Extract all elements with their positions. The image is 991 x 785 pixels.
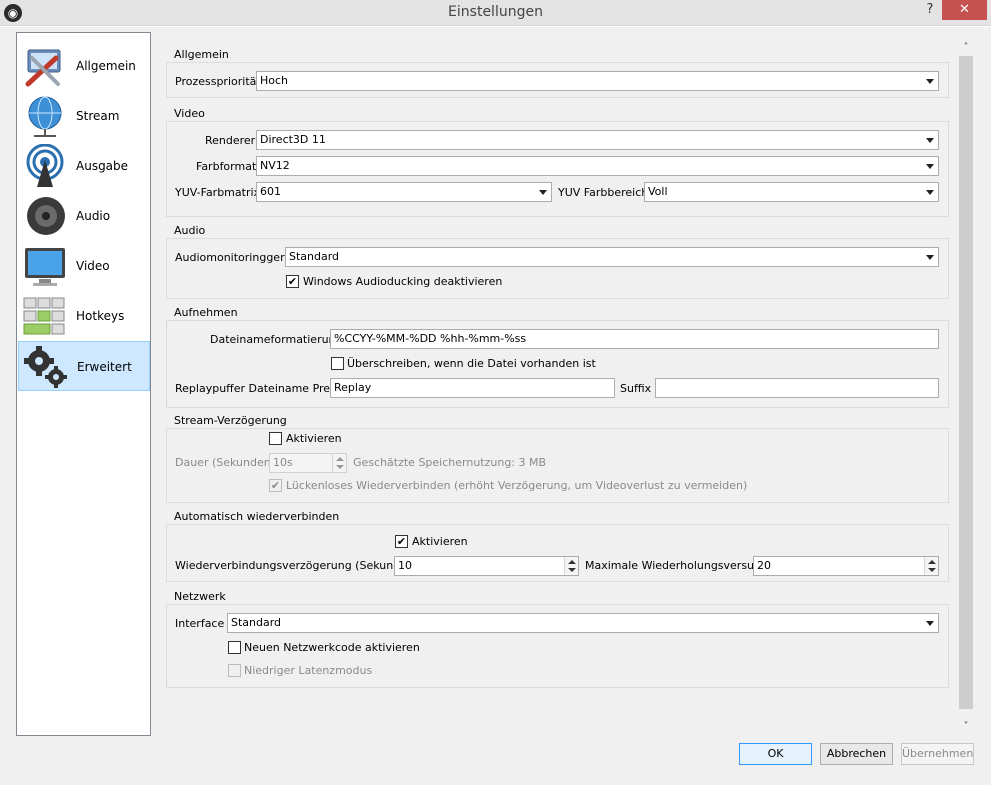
yuv-matrix-label: YUV-Farbmatrix (175, 186, 261, 199)
reconnect-delay-label: Wiederverbindungsverzögerung (Sekunden) (175, 559, 419, 572)
chevron-down-icon (926, 255, 934, 260)
color-format-label: Farbformat (196, 160, 257, 173)
filename-format-input[interactable]: %CCYY-%MM-%DD %hh-%mm-%ss (330, 329, 939, 349)
max-retries-label: Maximale Wiederholungsversuche (585, 559, 774, 572)
window-title: Einstellungen (448, 4, 543, 20)
broadcast-tower-icon (26, 144, 64, 187)
new-network-code-label: Neuen Netzwerkcode aktivieren (244, 641, 420, 654)
chevron-down-icon (926, 164, 934, 169)
speaker-icon (27, 197, 65, 235)
chevron-down-icon (926, 79, 934, 84)
sidebar-item-audio[interactable]: Audio (18, 191, 150, 241)
suffix-label: Suffix (620, 382, 652, 395)
suffix-input[interactable] (655, 378, 939, 398)
ducking-label: Windows Audioducking deaktivieren (303, 275, 503, 288)
sidebar-item-label: Video (76, 259, 110, 273)
stream-delay-enable-label: Aktivieren (286, 432, 342, 445)
interface-label: Interface (175, 617, 225, 630)
renderer-label: Renderer (205, 134, 256, 147)
chevron-down-icon (539, 190, 547, 195)
group-title-recording: Aufnehmen (174, 306, 238, 319)
group-title-video: Video (174, 107, 205, 120)
globe-network-icon (28, 96, 62, 137)
filename-format-label: Dateinameformatierung (210, 333, 343, 346)
color-format-select[interactable]: NV12 (256, 156, 939, 176)
spin-arrows-icon[interactable] (332, 454, 346, 472)
sidebar-item-advanced[interactable]: Erweitert (18, 341, 150, 391)
sidebar-item-video[interactable]: Video (18, 241, 150, 291)
priority-label: Prozesspriorität (175, 75, 261, 88)
cancel-button[interactable]: Abbrechen (820, 743, 893, 765)
sidebar-item-general[interactable]: Allgemein (18, 41, 150, 91)
scroll-thumb[interactable] (959, 56, 973, 709)
monitoring-select[interactable]: Standard (285, 247, 939, 267)
stream-delay-enable-checkbox[interactable] (269, 432, 282, 445)
interface-select[interactable]: Standard (227, 613, 939, 633)
priority-select[interactable]: Hoch (256, 71, 939, 91)
apply-button[interactable]: Übernehmen (901, 743, 974, 765)
spin-arrows-icon[interactable] (924, 557, 938, 575)
close-button[interactable]: ✕ (942, 0, 987, 20)
overwrite-label: Überschreiben, wenn die Datei vorhanden … (347, 357, 596, 370)
wrench-screwdriver-icon (25, 49, 61, 87)
memory-usage-label: Geschätzte Speichernutzung: 3 MB (353, 456, 547, 469)
group-title-reconnect: Automatisch wiederverbinden (174, 510, 340, 523)
chevron-down-icon (926, 138, 934, 143)
sidebar-item-stream[interactable]: Stream (18, 91, 150, 141)
scroll-down-arrow-icon[interactable]: ˅ (958, 719, 974, 735)
renderer-select[interactable]: Direct3D 11 (256, 130, 939, 150)
sidebar-item-label: Erweitert (77, 360, 132, 374)
scroll-up-arrow-icon[interactable]: ˄ (958, 40, 974, 56)
group-title-stream-delay: Stream-Verzögerung (174, 414, 287, 427)
yuv-range-select[interactable]: Voll (644, 182, 939, 202)
duration-label: Dauer (Sekunden) (175, 456, 275, 469)
sidebar-item-output[interactable]: Ausgabe (18, 141, 150, 191)
reconnect-enable-checkbox[interactable]: ✔ (395, 535, 408, 548)
monitoring-label: Audiomonitoringgerät (175, 251, 296, 264)
chevron-down-icon (926, 621, 934, 626)
sidebar-item-hotkeys[interactable]: Hotkeys (18, 291, 150, 341)
overwrite-checkbox[interactable] (331, 357, 344, 370)
monitor-icon (25, 248, 65, 286)
spin-arrows-icon[interactable] (564, 557, 578, 575)
chevron-down-icon (926, 190, 934, 195)
gears-icon (24, 346, 67, 388)
group-title-general: Allgemein (174, 48, 229, 61)
ok-button[interactable]: OK (739, 743, 812, 765)
sidebar-item-label: Hotkeys (76, 309, 125, 323)
duration-spinbox[interactable]: 10s (269, 453, 347, 473)
max-retries-spinbox[interactable]: 20 (753, 556, 939, 576)
help-button[interactable]: ? (920, 0, 940, 20)
keyboard-icon (23, 297, 65, 335)
preserve-checkbox[interactable]: ✔ (269, 479, 282, 492)
reconnect-delay-spinbox[interactable]: 10 (394, 556, 579, 576)
yuv-matrix-select[interactable]: 601 (256, 182, 552, 202)
sidebar-item-label: Allgemein (76, 59, 136, 73)
sidebar-item-label: Ausgabe (76, 159, 129, 173)
replay-prefix-input[interactable]: Replay (330, 378, 615, 398)
sidebar-item-label: Audio (76, 209, 111, 223)
reconnect-enable-label: Aktivieren (412, 535, 468, 548)
low-latency-label: Niedriger Latenzmodus (244, 664, 373, 677)
low-latency-checkbox[interactable] (228, 664, 241, 677)
group-title-audio: Audio (174, 224, 206, 237)
yuv-range-label: YUV Farbbereich (558, 186, 649, 199)
sidebar-item-label: Stream (76, 109, 120, 123)
replay-prefix-label: Replaypuffer Dateiname Prefix (175, 382, 344, 395)
ducking-checkbox[interactable]: ✔ (286, 275, 299, 288)
settings-sidebar: Allgemein Stream Ausgabe Audio Video Hot… (16, 32, 151, 736)
group-title-network: Netzwerk (174, 590, 226, 603)
new-network-code-checkbox[interactable] (228, 641, 241, 654)
preserve-label: Lückenloses Wiederverbinden (erhöht Verz… (286, 479, 748, 492)
